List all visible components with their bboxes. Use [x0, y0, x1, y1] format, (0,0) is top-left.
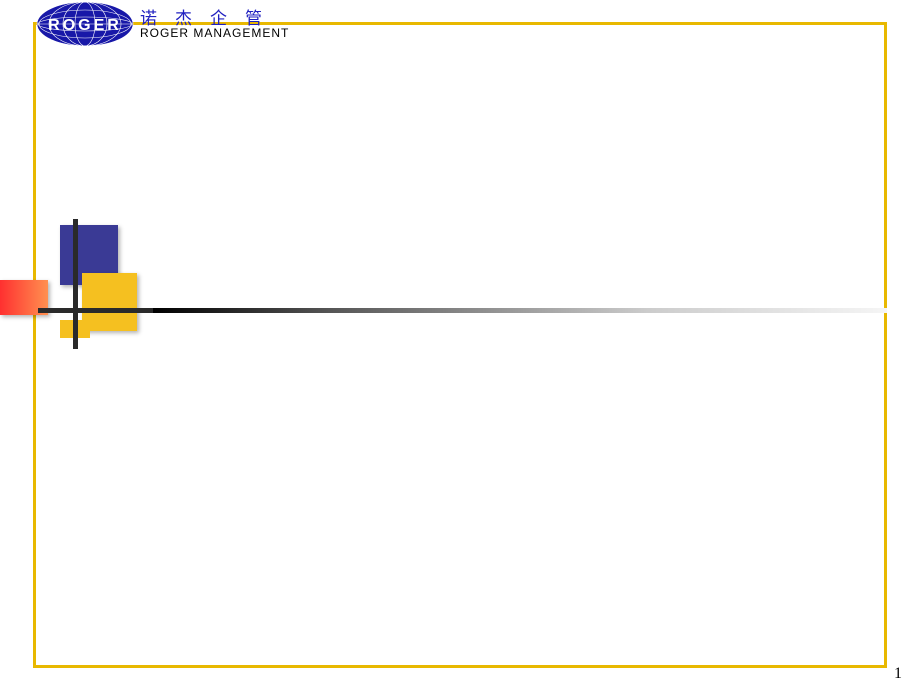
- header-title-english: ROGER MANAGEMENT: [140, 26, 289, 40]
- globe-icon: ROGER: [35, 0, 135, 48]
- slide-border: [33, 22, 887, 668]
- page-number: 1: [894, 665, 902, 683]
- company-logo: ROGER: [35, 0, 135, 50]
- yellow-block-large: [82, 273, 137, 331]
- cross-horizontal: [38, 308, 153, 313]
- svg-text:ROGER: ROGER: [48, 17, 122, 34]
- cross-vertical: [73, 219, 78, 349]
- decorative-graphic: [0, 225, 160, 355]
- horizontal-divider: [90, 308, 887, 313]
